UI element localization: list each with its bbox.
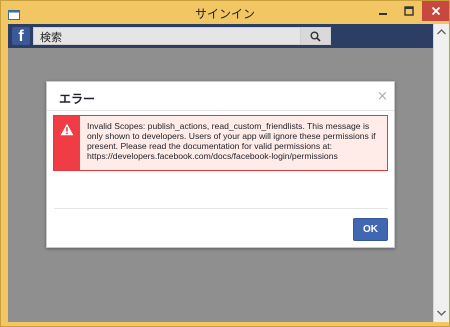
minimize-icon	[379, 13, 387, 15]
web-content: f 検索 エラー × Invalid Scopes: publish_actio…	[8, 24, 433, 322]
chevron-up-icon	[437, 29, 446, 35]
dialog-close-button[interactable]: ×	[377, 89, 388, 104]
maximize-button[interactable]	[396, 1, 422, 21]
error-message-text: Invalid Scopes: publish_actions, read_cu…	[87, 121, 376, 161]
search-placeholder: 検索	[40, 31, 62, 44]
search-input[interactable]: 検索	[33, 27, 301, 45]
chevron-down-icon	[437, 310, 446, 316]
error-dialog: エラー × Invalid Scopes: publish_actions, r…	[46, 81, 395, 248]
divider	[54, 208, 388, 209]
error-icon-area	[54, 116, 80, 170]
app-window: サインイン f 検索 エラー × Invalid Scopes: publish…	[0, 0, 450, 327]
facebook-header: f 検索	[8, 24, 433, 48]
dialog-title: エラー	[59, 92, 96, 106]
maximize-icon	[404, 6, 414, 16]
vertical-scrollbar[interactable]	[433, 24, 449, 322]
scroll-up-button[interactable]	[434, 25, 449, 39]
error-message-box: Invalid Scopes: publish_actions, read_cu…	[53, 115, 388, 171]
warning-icon	[60, 123, 74, 136]
divider	[47, 110, 394, 111]
facebook-logo[interactable]: f	[12, 27, 30, 45]
minimize-button[interactable]	[370, 1, 396, 21]
scroll-down-button[interactable]	[434, 306, 449, 320]
search-button[interactable]	[301, 27, 331, 45]
ok-button[interactable]: OK	[353, 218, 388, 241]
close-window-button[interactable]	[422, 1, 449, 21]
search-icon	[310, 31, 321, 42]
title-bar[interactable]: サインイン	[1, 1, 449, 24]
close-icon	[431, 6, 440, 16]
